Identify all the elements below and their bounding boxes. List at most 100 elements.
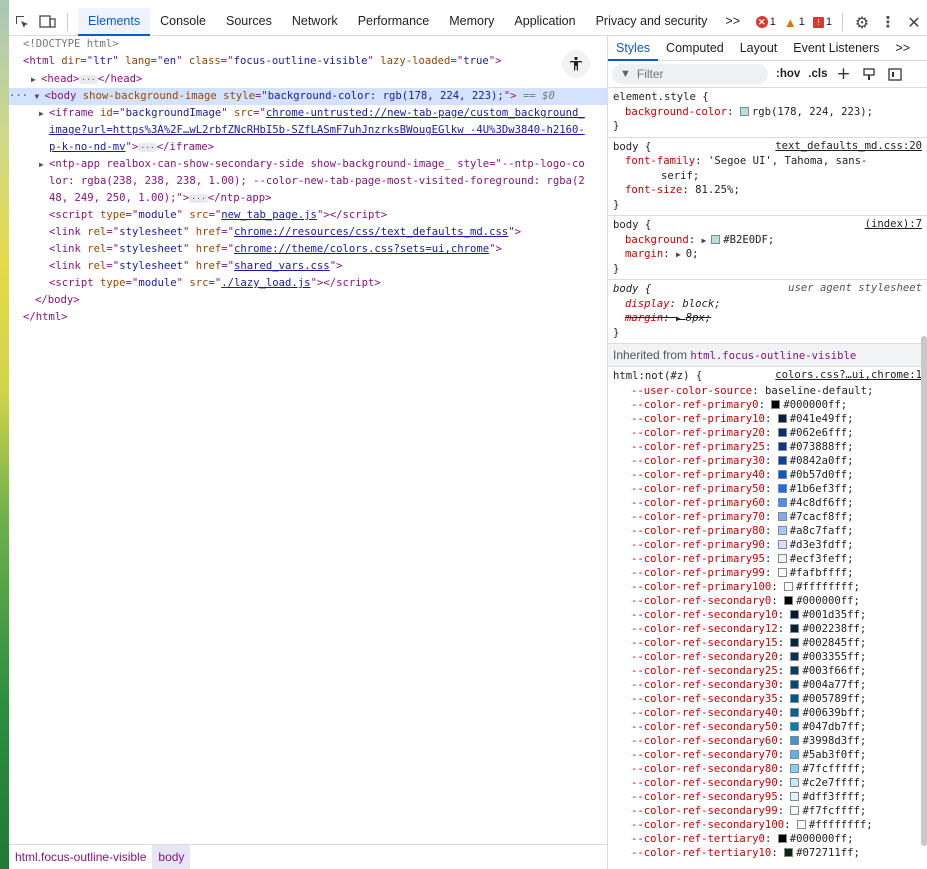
- css-variable-declaration[interactable]: --color-ref-primary20: #062e6fff;: [613, 426, 927, 440]
- tab-privacy-and-security[interactable]: Privacy and security: [586, 8, 718, 36]
- expand-arrow-icon[interactable]: ▶: [702, 236, 712, 245]
- color-swatch[interactable]: [777, 511, 787, 521]
- collapsed-ellipsis-icon[interactable]: ···: [79, 74, 98, 84]
- color-swatch[interactable]: [790, 777, 800, 787]
- color-swatch[interactable]: [777, 483, 787, 493]
- device-toolbar-icon[interactable]: [35, 9, 61, 35]
- class-toggle[interactable]: .cls: [808, 68, 827, 80]
- more-options-icon[interactable]: ⋮: [875, 9, 901, 35]
- style-declaration[interactable]: font-size: 81.25%;: [613, 183, 927, 198]
- dom-html-close[interactable]: </html>: [9, 309, 607, 326]
- color-swatch[interactable]: [790, 651, 800, 661]
- css-variable-declaration[interactable]: --color-ref-secondary100: #ffffffff;: [613, 818, 927, 832]
- css-variable-declaration[interactable]: --color-ref-secondary20: #003355ff;: [613, 650, 927, 664]
- tab-sources[interactable]: Sources: [216, 8, 282, 36]
- css-variable-declaration[interactable]: --color-ref-secondary60: #3998d3ff;: [613, 734, 927, 748]
- dom-body-selected[interactable]: ··· ▼ <body show-background-image style="…: [9, 88, 607, 105]
- accessibility-tree-button[interactable]: [562, 50, 590, 78]
- expand-arrow-icon[interactable]: ▶: [39, 156, 49, 173]
- color-swatch[interactable]: [777, 833, 787, 843]
- color-swatch[interactable]: [790, 609, 800, 619]
- new-style-rule-icon[interactable]: +: [833, 64, 853, 84]
- dom-head[interactable]: ▶ <head> ··· </head>: [9, 71, 607, 88]
- color-swatch[interactable]: [777, 455, 787, 465]
- expand-arrow-icon[interactable]: ▶: [31, 71, 41, 88]
- dom-link-3[interactable]: <link rel="stylesheet" href="shared_vars…: [9, 258, 607, 275]
- inherited-from-link[interactable]: html.focus-outline-visible: [690, 350, 856, 362]
- dom-script-2[interactable]: <script type="module" src="./lazy_load.j…: [9, 275, 607, 292]
- css-variable-declaration[interactable]: --color-ref-secondary70: #5ab3f0ff;: [613, 748, 927, 762]
- breadcrumb-html[interactable]: html.focus-outline-visible: [9, 845, 152, 869]
- inspect-element-icon[interactable]: [9, 9, 35, 35]
- color-swatch[interactable]: [777, 427, 787, 437]
- style-declaration[interactable]: background-color: rgb(178, 224, 223);: [613, 105, 927, 120]
- dom-html-open[interactable]: <html dir="ltr" lang="en" class="focus-o…: [9, 53, 607, 70]
- expand-arrow-icon[interactable]: ▶: [676, 250, 686, 259]
- toggle-sidebar-icon[interactable]: [885, 64, 905, 84]
- color-swatch[interactable]: [784, 847, 794, 857]
- css-variable-declaration[interactable]: --color-ref-secondary10: #001d35ff;: [613, 608, 927, 622]
- errors-badge[interactable]: ✕ 1: [755, 16, 776, 28]
- link-href-1[interactable]: chrome://resources/css/text_defaults_md.…: [234, 226, 508, 238]
- css-variable-declaration[interactable]: --color-ref-primary80: #a8c7faff;: [613, 524, 927, 538]
- css-variable-declaration[interactable]: --color-ref-secondary12: #002238ff;: [613, 622, 927, 636]
- tab-computed[interactable]: Computed: [658, 36, 732, 61]
- color-swatch[interactable]: [790, 805, 800, 815]
- color-swatch[interactable]: [790, 707, 800, 717]
- color-swatch[interactable]: [790, 637, 800, 647]
- color-swatch[interactable]: [777, 539, 787, 549]
- color-swatch[interactable]: [777, 525, 787, 535]
- color-swatch[interactable]: [790, 679, 800, 689]
- color-swatch[interactable]: [777, 497, 787, 507]
- hover-state-toggle[interactable]: :hov: [776, 68, 800, 80]
- css-variable-declaration[interactable]: --color-ref-secondary15: #002845ff;: [613, 636, 927, 650]
- css-variable-declaration[interactable]: --color-ref-primary90: #d3e3fdff;: [613, 538, 927, 552]
- css-variable-declaration[interactable]: --color-ref-secondary0: #000000ff;: [613, 594, 927, 608]
- color-swatch[interactable]: [790, 763, 800, 773]
- css-variable-declaration[interactable]: --color-ref-secondary50: #047db7ff;: [613, 720, 927, 734]
- style-declaration[interactable]: margin: ▶ 0;: [613, 247, 927, 262]
- issues-badge[interactable]: ! 1: [812, 16, 832, 28]
- color-swatch[interactable]: [790, 735, 800, 745]
- more-styles-tabs-button[interactable]: >>: [887, 36, 918, 61]
- color-swatch[interactable]: [777, 469, 787, 479]
- html-colors-rule[interactable]: colors.css?…ui,chrome:1 html:not(#z) { -…: [608, 367, 927, 863]
- color-swatch[interactable]: [771, 399, 781, 409]
- css-variable-declaration[interactable]: --color-ref-primary50: #1b6ef3ff;: [613, 482, 927, 496]
- expand-arrow-icon[interactable]: ▶: [39, 105, 49, 122]
- css-variable-declaration[interactable]: --color-ref-primary100: #ffffffff;: [613, 580, 927, 594]
- style-declaration[interactable]: background: ▶ #B2E0DF;: [613, 233, 927, 248]
- dom-body-close[interactable]: </body>: [9, 292, 607, 309]
- color-swatch[interactable]: [777, 553, 787, 563]
- css-variable-declaration[interactable]: --color-ref-secondary30: #004a77ff;: [613, 678, 927, 692]
- body-rule-text-defaults[interactable]: text_defaults_md.css:20 body { font-fami…: [608, 138, 927, 216]
- css-variable-declaration[interactable]: --color-ref-primary70: #7cacf8ff;: [613, 510, 927, 524]
- tab-network[interactable]: Network: [282, 8, 348, 36]
- more-tabs-button[interactable]: >>: [717, 8, 748, 36]
- color-swatch[interactable]: [796, 819, 806, 829]
- tab-console[interactable]: Console: [150, 8, 216, 36]
- color-swatch[interactable]: [711, 234, 721, 244]
- css-variable-declaration[interactable]: --color-ref-secondary99: #f7fcffff;: [613, 804, 927, 818]
- style-declaration[interactable]: font-family: 'Segoe UI', Tahoma, sans-: [613, 154, 927, 169]
- filter-box[interactable]: ▼: [612, 64, 768, 84]
- color-swatch[interactable]: [790, 791, 800, 801]
- warnings-badge[interactable]: ▲ 1: [784, 15, 805, 30]
- collapse-arrow-icon[interactable]: ▼: [35, 88, 45, 105]
- tab-event-listeners[interactable]: Event Listeners: [785, 36, 887, 61]
- css-variable-declaration[interactable]: --color-ref-primary30: #0842a0ff;: [613, 454, 927, 468]
- styles-scrollbar[interactable]: [921, 336, 927, 846]
- dom-ntp-app[interactable]: ▶ <ntp-app realbox-can-show-secondary-sid…: [9, 156, 607, 173]
- styles-filter-input[interactable]: [636, 67, 757, 81]
- script-src-link[interactable]: new_tab_page.js: [221, 209, 317, 221]
- css-variable-declaration[interactable]: --color-ref-primary10: #041e49ff;: [613, 412, 927, 426]
- color-swatch[interactable]: [790, 749, 800, 759]
- color-swatch[interactable]: [790, 623, 800, 633]
- tab-layout[interactable]: Layout: [732, 36, 786, 61]
- collapsed-ellipsis-icon[interactable]: ···: [189, 193, 208, 203]
- dom-iframe[interactable]: ▶ <iframe id="backgroundImage" src="chrom…: [9, 105, 607, 122]
- css-variable-declaration[interactable]: --color-ref-secondary35: #005789ff;: [613, 692, 927, 706]
- css-variable-declaration[interactable]: --color-ref-primary95: #ecf3feff;: [613, 552, 927, 566]
- css-variable-declaration[interactable]: --color-ref-primary99: #fafbffff;: [613, 566, 927, 580]
- css-variable-declaration[interactable]: --color-ref-secondary80: #7fcfffff;: [613, 762, 927, 776]
